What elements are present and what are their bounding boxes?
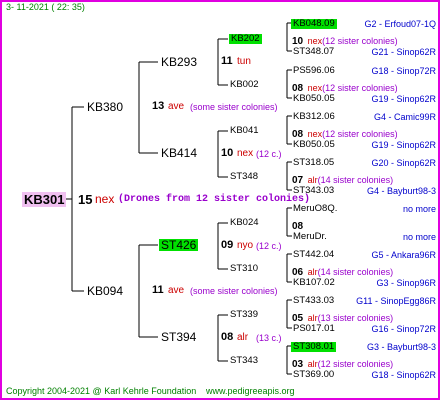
gen4-id[interactable]: KB107.02 <box>293 278 335 288</box>
gen3-id[interactable]: KB041 <box>230 126 259 136</box>
gen3-note: (12 sister colonies) <box>322 129 398 139</box>
gen4-pedigree-no: G18 - Sinop72R <box>371 66 436 76</box>
gen4-id[interactable]: PS596.06 <box>293 66 335 76</box>
gen3-race: nex <box>307 129 323 139</box>
gen2-note: (12 c.) <box>256 241 282 251</box>
gen3-race: alr <box>307 359 318 369</box>
root-queen-id[interactable]: KB301 <box>22 192 67 207</box>
gen3-id[interactable]: ST310 <box>230 264 258 274</box>
gen4-pedigree-no: G19 - Sinop62R <box>371 94 436 104</box>
gen3-id[interactable]: KB024 <box>230 218 259 228</box>
gen1-id[interactable]: KB380 <box>87 101 123 113</box>
gen4-id[interactable]: ST348.07 <box>293 47 334 57</box>
gen4-id[interactable]: MeruDr. <box>293 232 327 242</box>
gen3-id[interactable]: ST339 <box>230 310 258 320</box>
gen3-race: alr <box>307 267 318 277</box>
gen4-pedigree-no: G18 - Sinop62R <box>371 370 436 380</box>
gen2-race: tun <box>237 56 251 67</box>
gen4-pedigree-no: G2 - Erfoud07-1Q <box>364 19 436 29</box>
gen4-pedigree-no: G19 - Sinop62R <box>371 140 436 150</box>
gen2-race: alr <box>237 332 249 343</box>
gen4-pedigree-no: G4 - Bayburt98-3 <box>366 186 436 196</box>
gen3-note: (12 sister colonies) <box>322 83 398 93</box>
gen2-id[interactable]: KB293 <box>161 56 197 68</box>
gen4-id[interactable]: KB048.09 <box>291 19 337 29</box>
gen2-num: 11 <box>221 55 233 67</box>
root-drones-note: (Drones from 12 sister colonies) <box>118 194 311 205</box>
gen3-race: nex <box>307 83 323 93</box>
gen2-id[interactable]: ST426 <box>159 239 199 251</box>
gen1-num: 13 <box>152 100 165 112</box>
gen2-num: 10 <box>221 147 234 159</box>
gen3-id[interactable]: ST348 <box>230 172 258 182</box>
gen2-race: nex <box>237 148 254 159</box>
gen3-id[interactable]: KB002 <box>230 80 259 90</box>
gen4-id[interactable]: PS017.01 <box>293 324 335 334</box>
gen1-num: 11 <box>152 284 164 296</box>
gen4-id[interactable]: ST343.03 <box>293 186 334 196</box>
gen4-pedigree-no: G3 - Sinop96R <box>376 278 436 288</box>
gen4-pedigree-no: no more <box>402 204 436 214</box>
gen4-pedigree-no: G16 - Sinop72R <box>371 324 436 334</box>
gen3-id[interactable]: KB202 <box>229 34 262 44</box>
gen4-id[interactable]: ST318.05 <box>293 158 334 168</box>
gen2-race: nyo <box>237 240 254 251</box>
gen4-pedigree-no: G3 - Bayburt98-3 <box>366 342 436 352</box>
root-race: nex <box>95 192 115 206</box>
gen2-note: (12 c.) <box>256 149 282 159</box>
site-url[interactable]: www.pedigreeapis.org <box>206 387 295 396</box>
gen2-num: 08 <box>221 331 234 343</box>
gen4-pedigree-no: G4 - Camic99R <box>373 112 436 122</box>
gen3-note: (14 sister colonies) <box>317 267 394 277</box>
gen1-race: ave <box>168 101 185 112</box>
gen2-id[interactable]: ST394 <box>161 331 196 343</box>
gen4-id[interactable]: KB050.05 <box>293 94 335 104</box>
gen4-id[interactable]: MeruO8Q. <box>293 204 337 214</box>
gen4-id[interactable]: ST308.01 <box>291 342 337 352</box>
gen4-pedigree-no: G11 - SinopEgg86R <box>356 296 436 306</box>
gen3-id[interactable]: ST343 <box>230 356 258 366</box>
gen4-pedigree-no: no more <box>402 232 436 242</box>
gen4-pedigree-no: G5 - Ankara96R <box>371 250 436 260</box>
gen4-id[interactable]: ST433.03 <box>293 296 334 306</box>
gen3-race: alr <box>307 313 318 323</box>
root-num: 15 <box>78 192 93 207</box>
gen2-num: 09 <box>221 239 234 251</box>
gen3-race: nex <box>307 36 323 46</box>
gen4-pedigree-no: G20 - Sinop62R <box>371 158 436 168</box>
gen4-id[interactable]: ST442.04 <box>293 250 334 260</box>
gen3-race: alr <box>307 175 318 185</box>
gen1-race: ave <box>168 285 185 296</box>
gen3-note: (12 sister colonies) <box>322 36 398 46</box>
gen4-pedigree-no: G21 - Sinop62R <box>371 47 436 57</box>
gen3-note: (12 sister colonies) <box>317 359 394 369</box>
gen4-id[interactable]: KB050.05 <box>293 140 335 150</box>
gen2-id[interactable]: KB414 <box>161 147 197 159</box>
gen1-note: (some sister colonies) <box>190 102 278 112</box>
gen1-id[interactable]: KB094 <box>87 285 123 297</box>
gen1-note: (some sister colonies) <box>190 286 278 296</box>
gen4-id[interactable]: KB312.06 <box>293 112 335 122</box>
gen2-note: (13 c.) <box>256 333 282 343</box>
gen4-id[interactable]: ST369.00 <box>293 370 334 380</box>
copyright: Copyright 2004-2021 @ Karl Kehrle Founda… <box>6 386 197 396</box>
gen3-note: (14 sister colonies) <box>317 175 394 185</box>
gen3-note: (13 sister colonies) <box>317 313 394 323</box>
print-date: 3- 11-2021 ( 22: 35) <box>6 2 85 12</box>
